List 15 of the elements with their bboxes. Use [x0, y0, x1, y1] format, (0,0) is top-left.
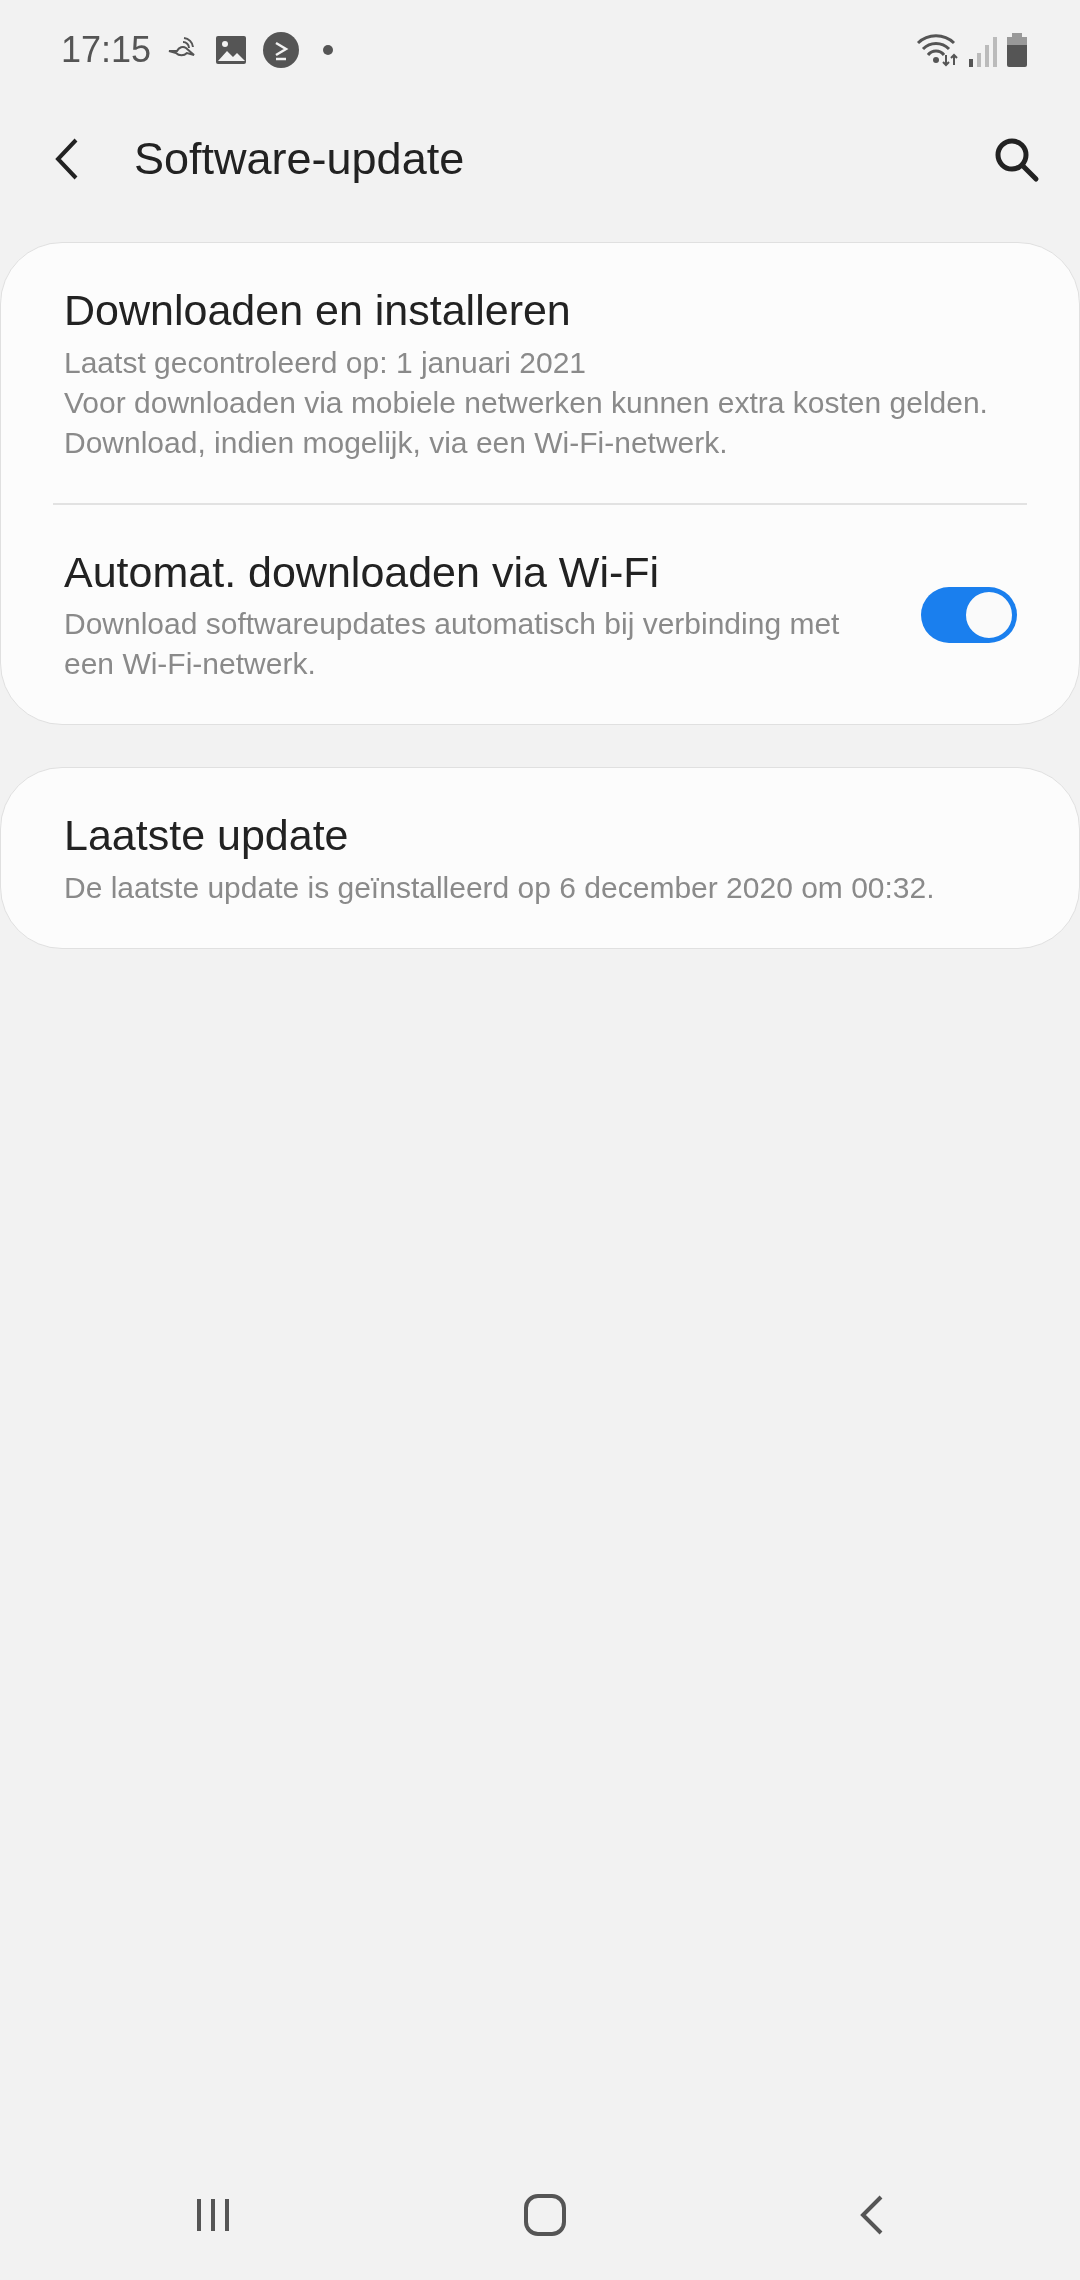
wifi-icon [916, 33, 960, 67]
setting-title[interactable]: Laatste update [64, 810, 1017, 862]
dot-icon [323, 45, 334, 55]
home-icon[interactable] [523, 2193, 567, 2237]
arrow-circle-icon [263, 32, 300, 68]
setting-title[interactable]: Downloaden en installeren [64, 285, 1017, 337]
battery-icon [1006, 33, 1028, 67]
page-title: Software-update [134, 132, 465, 187]
status-time: 17:15 [61, 28, 152, 72]
setting-title[interactable]: Automat. downloaden via Wi-Fi [64, 546, 897, 599]
setting-description: Voor downloaden via mobiele netwerken kunnen extra kosten gelden. Download, indien mogelijk, via een Wi-Fi-netwerk. [64, 384, 989, 461]
setting-description: De laatste update is geïnstalleerd op 6 december 2020 om 00:32. [64, 869, 936, 906]
image-icon [215, 35, 248, 65]
setting-description: Download softwareupdates automatisch bij verbinding met een Wi-Fi-netwerk. [64, 606, 841, 683]
setting-description: Laatst gecontroleerd op: 1 januari 2021 [64, 344, 588, 381]
